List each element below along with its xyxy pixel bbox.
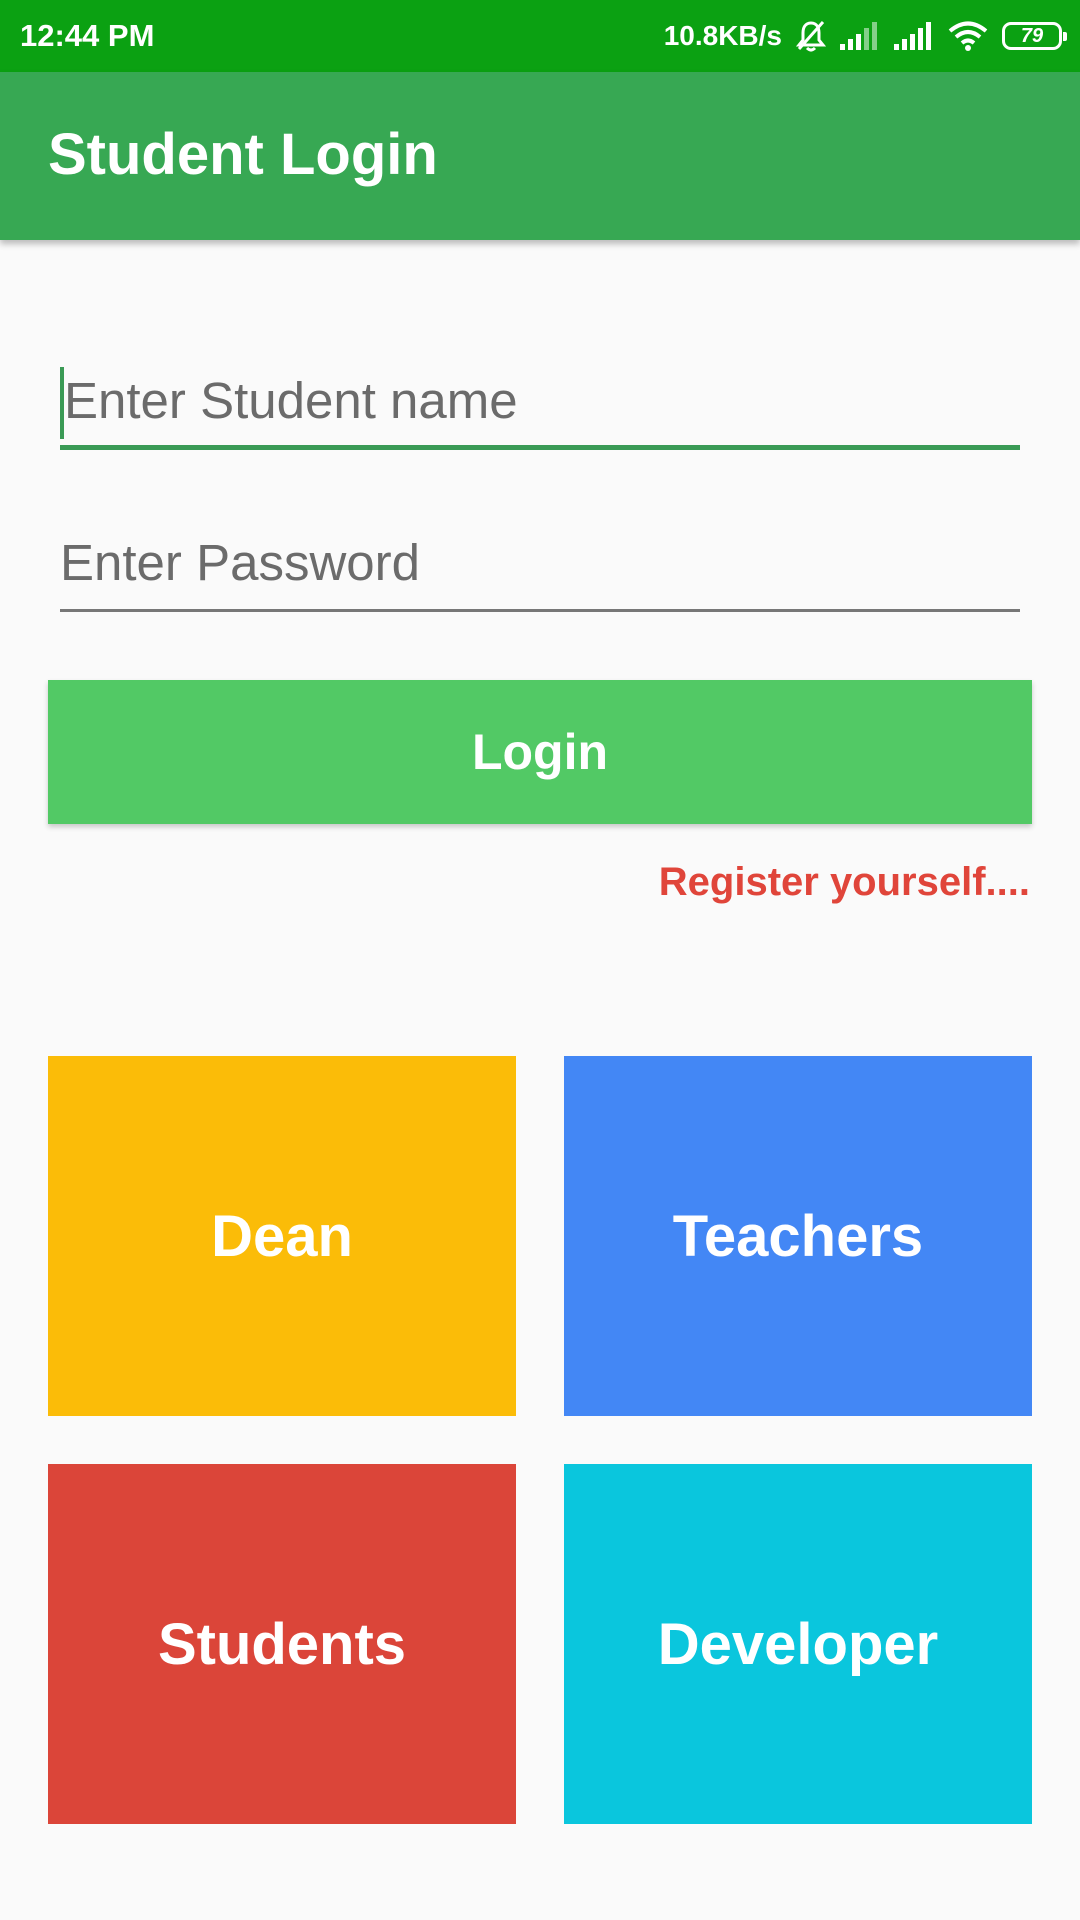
app-bar: Student Login: [0, 72, 1080, 240]
password-field[interactable]: [60, 522, 1020, 612]
battery-icon: 79: [1002, 22, 1067, 50]
students-tile-label: Students: [157, 1611, 407, 1677]
teachers-tile-label: Teachers: [672, 1203, 924, 1269]
page-title: Student Login: [48, 122, 438, 187]
student-name-underline: [60, 445, 1020, 450]
password-input[interactable]: [60, 522, 1020, 602]
text-cursor: [60, 367, 64, 439]
student-name-input[interactable]: [60, 360, 1020, 440]
teachers-tile[interactable]: Teachers: [564, 1056, 1032, 1416]
wifi-icon: [948, 20, 988, 52]
dean-tile-label: Dean: [211, 1203, 353, 1269]
students-tile[interactable]: Students: [48, 1464, 516, 1824]
password-underline: [60, 609, 1020, 612]
dean-tile[interactable]: Dean: [48, 1056, 516, 1416]
mute-bell-icon: [796, 20, 826, 52]
battery-level: 79: [1020, 24, 1044, 47]
network-speed: 10.8KB/s: [663, 20, 782, 51]
register-link[interactable]: Register yourself....: [659, 860, 1030, 905]
status-time: 12:44 PM: [20, 18, 155, 53]
student-name-field[interactable]: [60, 360, 1020, 450]
signal-icon: [894, 22, 934, 50]
developer-tile[interactable]: Developer: [564, 1464, 1032, 1824]
login-button[interactable]: Login: [48, 680, 1032, 824]
status-icons: 10.8KB/s 79: [663, 14, 1067, 58]
status-bar: 12:44 PM 10.8KB/s 79: [0, 0, 1080, 72]
signal-icon: [840, 22, 880, 50]
developer-tile-label: Developer: [657, 1611, 939, 1677]
